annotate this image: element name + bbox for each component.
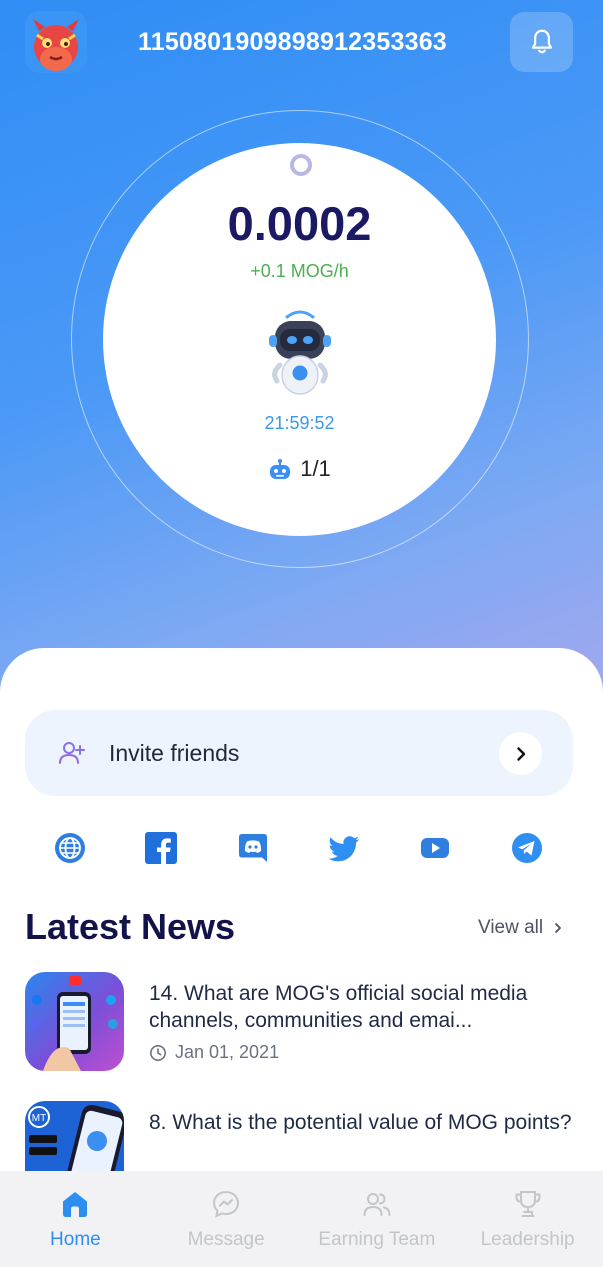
user-avatar[interactable] bbox=[25, 11, 87, 73]
latest-news-heading: Latest News bbox=[25, 906, 236, 947]
trophy-icon bbox=[515, 1191, 541, 1217]
clock-icon bbox=[150, 1044, 166, 1061]
news-item-title: 8. What is the potential value of MOG po… bbox=[149, 1109, 577, 1136]
mining-rate: +0.1 MOG/h bbox=[250, 261, 349, 281]
tab-leadership-label: Leadership bbox=[480, 1229, 575, 1250]
facebook-icon bbox=[145, 832, 177, 864]
news-item-date: Jan 01, 2021 bbox=[149, 1042, 279, 1063]
chevron-right-icon bbox=[516, 746, 525, 761]
add-user-icon bbox=[59, 742, 85, 764]
red-dragon-avatar-icon bbox=[25, 11, 87, 73]
youtube-icon bbox=[421, 838, 449, 858]
news-thumbnail: MT bbox=[25, 1101, 124, 1171]
balance-value: 0.0002 bbox=[227, 197, 372, 250]
news-item-title: 14. What are MOG's official social media… bbox=[149, 980, 577, 1034]
user-id: 1150801909898912353363 bbox=[138, 28, 447, 56]
mining-timer: 21:59:52 bbox=[264, 413, 335, 433]
youtube-link[interactable] bbox=[415, 828, 455, 868]
notifications-button[interactable] bbox=[510, 12, 573, 72]
home-icon bbox=[63, 1192, 88, 1217]
bell-icon bbox=[531, 29, 552, 54]
team-icon bbox=[363, 1193, 391, 1216]
tab-earning-team-label: Earning Team bbox=[318, 1229, 436, 1250]
tab-home[interactable]: Home bbox=[0, 1171, 151, 1267]
mog-app-thumbnail-icon: MT bbox=[25, 1101, 124, 1171]
chevron-right-icon bbox=[555, 923, 562, 933]
invite-arrow-button[interactable] bbox=[499, 732, 542, 775]
tab-home-label: Home bbox=[50, 1229, 101, 1250]
tab-earning-team[interactable]: Earning Team bbox=[302, 1171, 453, 1267]
mining-disc[interactable]: 0.0002 +0.1 MOG/h 21:59:52 1/1 bbox=[103, 143, 496, 536]
discord-icon bbox=[239, 834, 267, 862]
facebook-link[interactable] bbox=[141, 828, 181, 868]
svg-text:MT: MT bbox=[32, 1113, 46, 1124]
view-all-label: View all bbox=[478, 917, 544, 938]
news-item-title-text: 8. What is the potential value of MOG po… bbox=[149, 1111, 572, 1134]
twitter-icon bbox=[328, 836, 359, 862]
tab-leadership[interactable]: Leadership bbox=[452, 1171, 603, 1267]
globe-icon bbox=[55, 833, 85, 863]
news-thumbnail bbox=[25, 972, 124, 1071]
robot-mascot-icon bbox=[269, 310, 331, 395]
discord-link[interactable] bbox=[233, 828, 273, 868]
robot-icon bbox=[270, 459, 291, 479]
news-item-date-text: Jan 01, 2021 bbox=[175, 1042, 280, 1062]
progress-indicator-icon bbox=[290, 154, 312, 176]
news-item[interactable]: MT 8. What is the potential value of MOG… bbox=[25, 1101, 580, 1171]
news-item-title-text: 14. What are MOG's official social media… bbox=[149, 982, 528, 1032]
invite-friends-button[interactable]: Invite friends bbox=[25, 710, 573, 796]
telegram-icon bbox=[512, 833, 542, 863]
invite-friends-label: Invite friends bbox=[109, 739, 240, 766]
website-link[interactable] bbox=[50, 828, 90, 868]
social-links bbox=[0, 828, 603, 868]
tab-message[interactable]: Message bbox=[151, 1171, 302, 1267]
tab-message-label: Message bbox=[187, 1229, 265, 1250]
bots-count: 1/1 bbox=[300, 456, 331, 481]
telegram-link[interactable] bbox=[507, 828, 547, 868]
bottom-tab-bar: Home Message Earning Team Leadership bbox=[0, 1171, 603, 1267]
social-channels-thumbnail-icon bbox=[25, 972, 124, 1071]
view-all-link[interactable]: View all bbox=[478, 917, 563, 939]
message-icon bbox=[213, 1190, 240, 1218]
bots-status: 1/1 bbox=[103, 456, 496, 482]
twitter-link[interactable] bbox=[324, 828, 364, 868]
